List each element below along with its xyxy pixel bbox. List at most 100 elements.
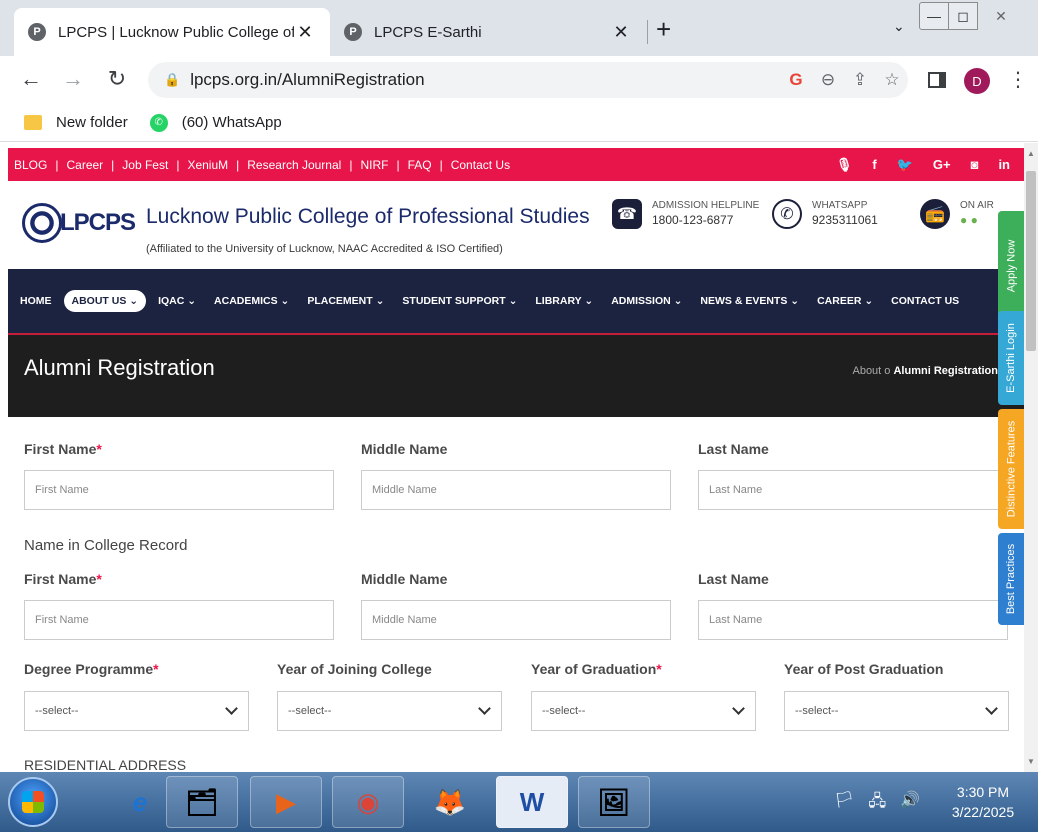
esarthi-login-tab[interactable]: E-Sarthi Login — [998, 311, 1024, 405]
chrome-icon[interactable]: ◉ — [332, 776, 404, 828]
network-icon[interactable]: 🖧 — [868, 790, 886, 817]
breadcrumb-sep: o — [884, 365, 891, 377]
start-button[interactable] — [8, 777, 58, 827]
instagram-icon[interactable]: ◙ — [971, 157, 979, 172]
action-center-flag-icon[interactable]: 🏳 — [834, 790, 854, 817]
best-practices-tab[interactable]: Best Practices — [998, 533, 1024, 625]
clock-date: 3/22/2025 — [951, 804, 1015, 820]
nav-item-academics[interactable]: ACADEMICS ⌄ — [214, 295, 289, 307]
nav-item-career[interactable]: CAREER ⌄ — [817, 295, 873, 307]
new-tab-button[interactable]: + — [656, 14, 671, 44]
bookmark-new-folder[interactable]: New folder — [24, 114, 128, 131]
google-plus-icon[interactable]: G+ — [933, 157, 951, 172]
twitter-icon[interactable]: 🐦 — [897, 157, 913, 173]
nav-item-contact-us[interactable]: CONTACT US — [891, 295, 959, 307]
back-button[interactable]: ← — [16, 64, 46, 94]
facebook-icon[interactable]: f — [872, 157, 876, 172]
system-tray: 🏳 🖧 🔊 — [834, 790, 934, 817]
record-middle-name-input[interactable]: Middle Name — [361, 600, 671, 640]
top-link-faq[interactable]: FAQ — [408, 158, 432, 172]
year-of-graduation-select[interactable]: --select-- — [531, 691, 756, 731]
android-apple-icon[interactable]: ● ● — [960, 213, 994, 227]
profile-avatar[interactable]: D — [964, 68, 990, 94]
bookmark-star-icon[interactable]: ☆ — [876, 70, 908, 90]
admission-helpline[interactable]: ☎ ADMISSION HELPLINE 1800-123-6877 — [612, 199, 759, 229]
whatsapp-contact[interactable]: ✆ WHATSAPP 9235311061 — [772, 199, 878, 229]
tab-lpcps-home[interactable]: P LPCPS | Lucknow Public College of Prof… — [14, 8, 330, 56]
browser-menu-icon[interactable]: ⋮ — [1008, 68, 1028, 92]
photo-viewer-icon[interactable]: 🖼 — [578, 776, 650, 828]
close-tab-icon[interactable]: ✕ — [294, 22, 316, 43]
college-record-heading: Name in College Record — [24, 537, 188, 554]
word-icon[interactable]: W — [496, 776, 568, 828]
top-link-career[interactable]: Career — [66, 158, 103, 172]
breadcrumb-about[interactable]: About — [852, 365, 881, 377]
chevron-down-icon — [478, 702, 491, 715]
scroll-thumb[interactable] — [1026, 171, 1036, 351]
top-link-separator: | — [236, 157, 240, 172]
middle-name-input[interactable]: Middle Name — [361, 470, 671, 510]
bookmark-whatsapp[interactable]: ✆ (60) WhatsApp — [149, 113, 282, 132]
tab-esarthi[interactable]: P LPCPS E-Sarthi ✕ — [330, 8, 648, 56]
nav-item-iqac[interactable]: IQAC ⌄ — [158, 295, 196, 307]
scroll-up-arrow-icon[interactable]: ▲ — [1027, 149, 1035, 158]
year-of-post-graduation-select[interactable]: --select-- — [784, 691, 1009, 731]
podcast-icon[interactable]: 🎙 — [836, 157, 853, 173]
nav-item-about-us[interactable]: ABOUT US ⌄ — [63, 290, 147, 312]
on-air-radio[interactable]: 📻 ON AIR ● ● — [920, 199, 994, 229]
taskbar-clock[interactable]: 3:30 PM 3/22/2025 — [940, 782, 1026, 822]
file-explorer-icon[interactable]: 🗂 — [166, 776, 238, 828]
apply-now-tab[interactable]: Apply Now — [998, 211, 1024, 321]
top-links-strip: BLOG | Career | Job Fest | XeniuM | Research Jou… — [8, 148, 1024, 181]
linkedin-icon[interactable]: in — [998, 157, 1010, 172]
volume-icon[interactable]: 🔊 — [900, 790, 920, 817]
media-player-icon[interactable]: ▶ — [250, 776, 322, 828]
minimize-button[interactable]: — — [919, 2, 949, 30]
share-icon[interactable]: ⇪ — [844, 70, 876, 90]
tab-search-chevron-icon[interactable]: ⌄ — [893, 18, 905, 35]
close-tab-icon[interactable]: ✕ — [610, 22, 632, 43]
last-name-input[interactable]: Last Name — [698, 470, 1008, 510]
record-middle-name-label: Middle Name — [361, 571, 448, 587]
top-link-blog[interactable]: BLOG — [14, 158, 47, 172]
first-name-label: First Name* — [24, 441, 102, 457]
forward-button[interactable]: → — [58, 64, 88, 94]
nav-item-home[interactable]: HOME — [20, 295, 52, 307]
nav-item-news-events[interactable]: NEWS & EVENTS ⌄ — [700, 295, 799, 307]
college-name: Lucknow Public College of Professional S… — [146, 205, 590, 228]
reload-button[interactable]: ↻ — [102, 64, 132, 94]
chevron-down-icon — [732, 702, 745, 715]
lock-icon[interactable]: 🔒 — [164, 72, 180, 88]
social-links: 🎙 f 🐦 G+ ◙ in — [816, 148, 1010, 181]
firefox-icon[interactable]: 🦊 — [414, 776, 486, 828]
top-link-xenium[interactable]: XeniuM — [187, 158, 228, 172]
degree-programme-select[interactable]: --select-- — [24, 691, 249, 731]
nav-item-library[interactable]: LIBRARY ⌄ — [535, 295, 593, 307]
url-text[interactable]: lpcps.org.in/AlumniRegistration — [190, 70, 780, 90]
scroll-down-arrow-icon[interactable]: ▼ — [1027, 757, 1035, 766]
first-name-input[interactable]: First Name — [24, 470, 334, 510]
year-of-joining-select[interactable]: --select-- — [277, 691, 502, 731]
top-link-nirf[interactable]: NIRF — [360, 158, 388, 172]
record-first-name-input[interactable]: First Name — [24, 600, 334, 640]
main-navigation: HOME ABOUT US ⌄ IQAC ⌄ ACADEMICS ⌄ PLACEMENT… — [8, 269, 1024, 335]
windows-logo-icon — [22, 791, 44, 813]
record-last-name-input[interactable]: Last Name — [698, 600, 1008, 640]
distinctive-features-tab[interactable]: Distinctive Features — [998, 409, 1024, 529]
page-scrollbar[interactable]: ▲ ▼ — [1024, 143, 1038, 772]
address-bar[interactable]: 🔒 lpcps.org.in/AlumniRegistration G ⊖ ⇪ … — [148, 62, 908, 98]
close-window-button[interactable]: ✕ — [977, 2, 1025, 30]
zoom-icon[interactable]: ⊖ — [812, 70, 844, 90]
nav-item-placement[interactable]: PLACEMENT ⌄ — [307, 295, 384, 307]
maximize-button[interactable]: ◻ — [948, 2, 978, 30]
college-logo[interactable]: LPCPS — [22, 203, 136, 243]
top-link-job-fest[interactable]: Job Fest — [122, 158, 168, 172]
top-link-contact-us[interactable]: Contact Us — [451, 158, 510, 172]
nav-item-student-support[interactable]: STUDENT SUPPORT ⌄ — [402, 295, 517, 307]
google-lens-icon[interactable]: G — [780, 70, 812, 90]
side-panel-icon[interactable] — [928, 72, 946, 88]
top-link-separator: | — [396, 157, 400, 172]
top-link-research-journal[interactable]: Research Journal — [247, 158, 341, 172]
nav-item-admission[interactable]: ADMISSION ⌄ — [611, 295, 682, 307]
helpline-label: ADMISSION HELPLINE — [652, 200, 760, 211]
